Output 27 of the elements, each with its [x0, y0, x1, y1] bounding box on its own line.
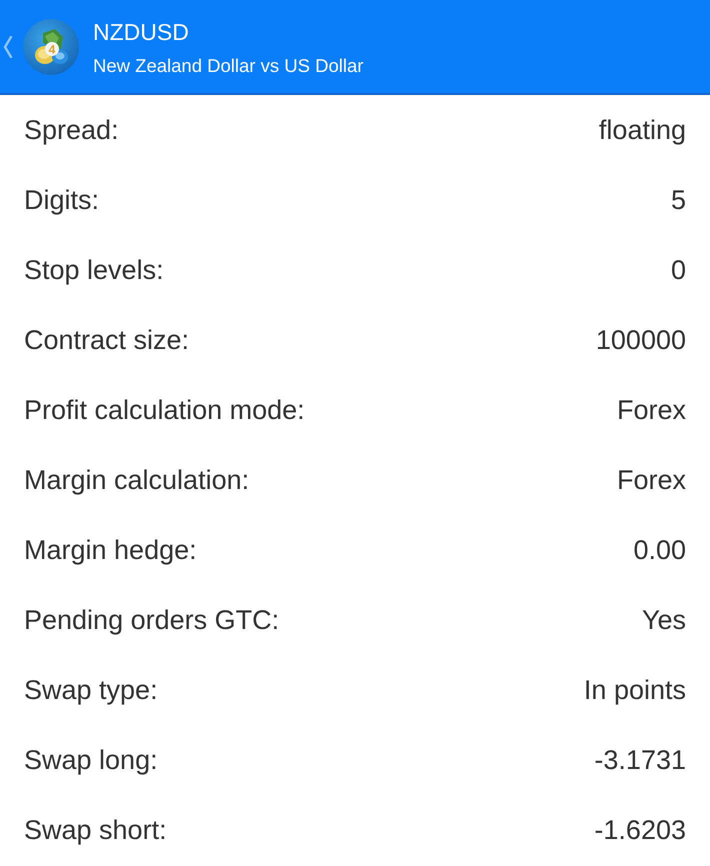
property-value: In points — [584, 674, 686, 706]
property-label: Margin hedge: — [24, 534, 197, 566]
property-label: Swap long: — [24, 744, 158, 776]
property-value: 100000 — [596, 324, 686, 356]
property-label: Profit calculation mode: — [24, 394, 305, 426]
symbol-title: NZDUSD — [93, 18, 190, 46]
chevron-left-icon — [3, 36, 13, 58]
property-value: -1.6203 — [594, 814, 686, 846]
property-value: 0 — [670, 254, 686, 286]
property-label: Swap short: — [24, 814, 167, 846]
symbol-description: New Zealand Dollar vs US Dollar — [93, 54, 364, 78]
property-value: -3.1731 — [594, 744, 686, 776]
property-label: Stop levels: — [24, 254, 164, 286]
app-logo-icon: 4 — [23, 18, 79, 74]
property-label: Contract size: — [24, 324, 190, 356]
property-label: Pending orders GTC: — [24, 604, 280, 636]
property-value: floating — [598, 114, 686, 146]
property-value: 0.00 — [633, 534, 686, 566]
property-label: Margin calculation: — [24, 464, 250, 496]
property-label: Swap type: — [24, 674, 158, 706]
property-value: Forex — [616, 394, 686, 426]
property-label: Digits: — [24, 184, 100, 216]
property-value: Yes — [642, 604, 686, 636]
property-label: Spread: — [24, 114, 119, 146]
property-value: Forex — [616, 464, 686, 496]
property-value: 5 — [670, 184, 686, 216]
back-button[interactable] — [3, 34, 15, 58]
